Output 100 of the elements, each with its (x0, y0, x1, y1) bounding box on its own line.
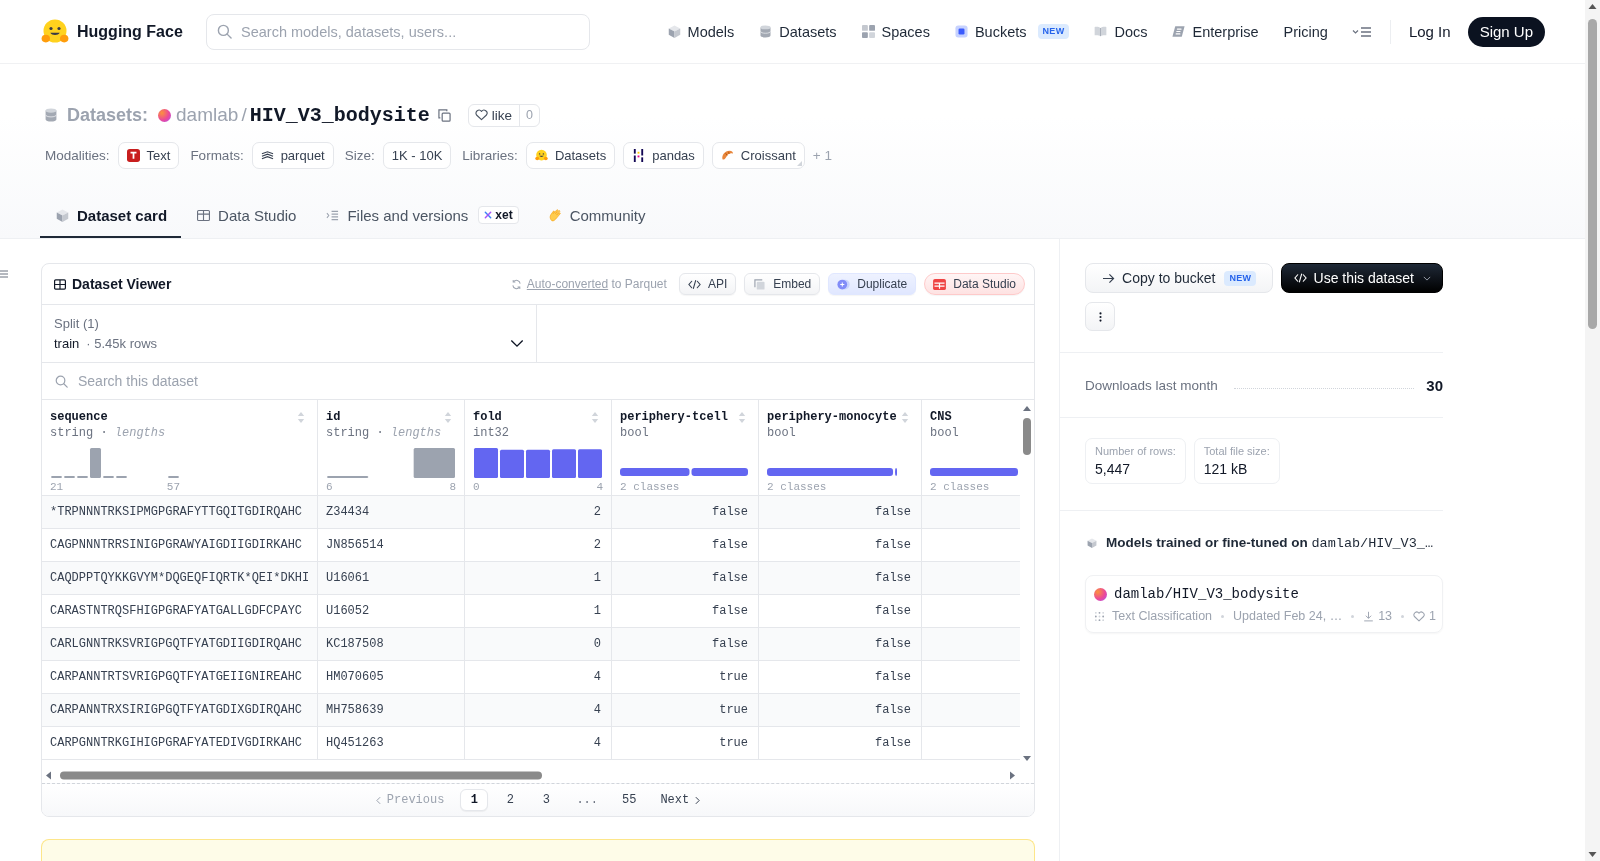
tag-chip[interactable]: pandas (623, 141, 704, 169)
table-icon (197, 208, 211, 222)
like-button[interactable]: like 0 (467, 103, 540, 127)
page-button[interactable]: 2 (496, 789, 525, 811)
next-button[interactable]: Next (652, 789, 709, 811)
model-card[interactable]: damlab/HIV_V3_bodysite Text Classification Updated Feb 24, … 13 1 (1085, 575, 1443, 633)
table-cell: 4 (465, 694, 612, 727)
new-badge: NEW (1224, 270, 1257, 286)
chevron-down-icon (510, 339, 524, 348)
sort-icon[interactable] (297, 410, 305, 424)
split-value: train (54, 335, 80, 353)
toolbar-button[interactable]: Embed (744, 273, 821, 295)
tag-chip[interactable]: parquet (251, 141, 334, 169)
new-badge: NEW (1037, 24, 1070, 39)
bars-icon (632, 148, 646, 162)
split-select[interactable]: Split (1) train · 5.45k rows (42, 305, 537, 362)
model-task: Text Classification (1112, 609, 1213, 623)
class-count: 2 classes (930, 480, 990, 494)
split-rows: · 5.45k rows (86, 334, 158, 353)
dot-grid-icon (1094, 610, 1105, 622)
tag-chip[interactable]: Datasets (525, 141, 616, 169)
use-dataset-button[interactable]: Use this dataset (1281, 263, 1443, 293)
table-cell: false (612, 628, 759, 661)
table-cell: CAQDPPTQYKKGVYM*DQGEQFIQRTK*QEI*DKHI (42, 562, 318, 595)
column-name: fold (473, 410, 502, 424)
stat-label: Total file size: (1203, 445, 1270, 457)
table-icon (54, 278, 66, 290)
stat-label: Number of rows: (1095, 445, 1176, 457)
toolbar-button[interactable]: Data Studio (924, 273, 1025, 295)
heart-icon (1413, 610, 1426, 622)
signup-button[interactable]: Sign Up (1467, 16, 1545, 47)
downloads-label: Downloads last month (1085, 377, 1218, 393)
chevron-right-icon (695, 795, 701, 805)
copy-to-bucket-button[interactable]: Copy to bucket NEW (1085, 263, 1274, 293)
tag-chip[interactable]: Croissant (711, 141, 805, 169)
table-cell: KC187508 (318, 628, 465, 661)
croissant-icon (720, 148, 734, 162)
page-button[interactable]: 3 (532, 789, 561, 811)
toolbar-button[interactable]: API (678, 273, 737, 295)
xet-badge: xet (478, 206, 519, 224)
copy-icon[interactable] (437, 108, 451, 122)
axis-label: 6 (326, 480, 333, 494)
nav-link[interactable]: Pricing (1283, 23, 1328, 40)
smiling-face-icon[interactable] (41, 18, 69, 45)
tag-group-label: Formats: (190, 147, 244, 163)
cube-icon (667, 25, 681, 38)
axis-label: 57 (166, 480, 180, 494)
lines-icon[interactable] (0, 270, 8, 278)
heart-icon (474, 109, 488, 121)
arrow-right-icon (1102, 272, 1116, 284)
toolbar-button[interactable]: Duplicate (828, 273, 917, 295)
menu-icon[interactable] (1351, 25, 1372, 38)
plus-circle-icon (837, 278, 851, 290)
split-label: Split (1) (54, 315, 100, 333)
nav-link[interactable]: Spaces (861, 23, 930, 40)
column-name: sequence (50, 410, 108, 424)
tab[interactable]: Dataset card (40, 194, 182, 238)
tag-chip[interactable]: Text (117, 141, 180, 169)
login-link[interactable]: Log In (1408, 23, 1451, 40)
page-button[interactable]: 55 (614, 789, 645, 811)
nav-link[interactable]: Buckets NEW (954, 23, 1070, 40)
search-field[interactable]: Search models, datasets, users... (206, 13, 590, 50)
column-type: bool (620, 426, 649, 440)
nav-link[interactable]: Datasets (759, 23, 837, 40)
table-cell: Z34434 (318, 496, 465, 529)
square-icon (954, 25, 968, 38)
tab[interactable]: Files and versions xet (310, 194, 533, 238)
table-cell: 1 (465, 562, 612, 595)
corner-mark-icon (796, 160, 802, 166)
table-cell: MH758639 (318, 694, 465, 727)
panel-title: Dataset Viewer (72, 276, 172, 292)
sort-icon[interactable] (444, 410, 452, 424)
column-type: string · lengths (326, 426, 442, 440)
axis-label: 8 (449, 480, 456, 494)
axis-label: 0 (473, 480, 480, 494)
tab[interactable]: Community (532, 194, 660, 238)
like-count: 0 (518, 104, 539, 126)
page-button[interactable]: 1 (460, 789, 489, 811)
column-type: bool (767, 426, 796, 440)
downloads-count: 30 (1426, 376, 1443, 394)
like-count: 1 (1429, 609, 1436, 623)
table-icon (933, 278, 947, 290)
sort-icon[interactable] (901, 410, 909, 424)
page-scrollbar[interactable] (1585, 0, 1600, 861)
sort-icon[interactable] (738, 410, 746, 424)
sort-icon[interactable] (591, 410, 599, 424)
conversion-note: Auto-converted to Parquet (526, 277, 667, 291)
table-cell: *TRPNNNTRKSIPMGPGRAFYTTGQITGDIRQAHC (42, 496, 318, 529)
more-options-button[interactable] (1085, 302, 1115, 331)
tag-chip[interactable]: 1K - 10K (382, 141, 452, 169)
brand-name[interactable]: Hugging Face (77, 22, 183, 41)
nav-link[interactable]: Enterprise (1172, 23, 1259, 40)
tab[interactable]: Data Studio (181, 194, 311, 238)
chevron-down-icon (1422, 275, 1431, 281)
nav-link[interactable]: Models (667, 23, 735, 40)
nav-link[interactable]: Docs (1094, 23, 1148, 40)
dataset-name[interactable]: HIV_V3_bodysite (249, 103, 430, 127)
tag-group-label: Size: (344, 147, 375, 163)
grid-icon (861, 25, 875, 38)
table-cell: 2 (465, 496, 612, 529)
